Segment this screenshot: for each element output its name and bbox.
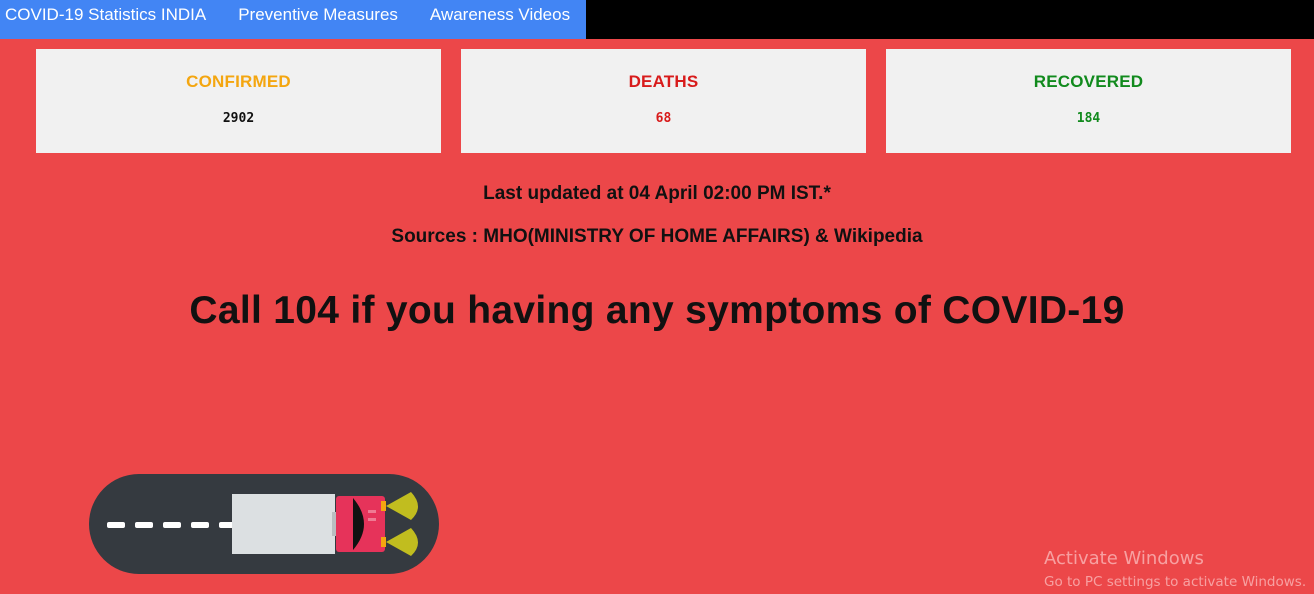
watermark-subtitle: Go to PC settings to activate Windows.	[1044, 574, 1307, 590]
confirmed-count: 2902	[222, 111, 255, 126]
nav-awareness-videos[interactable]: Awareness Videos	[430, 0, 570, 23]
ambulance-on-road-icon	[89, 474, 439, 574]
helpline-callout: Call 104 if you having any symptoms of C…	[189, 289, 1125, 332]
recovered-card: RECOVERED 184	[886, 49, 1291, 153]
confirmed-label: CONFIRMED	[186, 72, 291, 91]
ambulance-body	[232, 494, 335, 554]
main-nav: COVID-19 Statistics INDIA Preventive Mea…	[0, 0, 586, 39]
windows-activation-watermark: Activate Windows Go to PC settings to ac…	[1044, 548, 1306, 591]
recovered-count: 184	[1076, 111, 1101, 126]
sources-text: Sources : MHO(MINISTRY OF HOME AFFAIRS) …	[391, 226, 923, 247]
nav-preventive-measures[interactable]: Preventive Measures	[238, 0, 398, 23]
deaths-label: DEATHS	[628, 72, 699, 91]
nav-covid-statistics-india[interactable]: COVID-19 Statistics INDIA	[5, 0, 206, 23]
watermark-title: Activate Windows	[1044, 548, 1204, 569]
last-updated-text: Last updated at 04 April 02:00 PM IST.*	[483, 183, 831, 204]
deaths-card: DEATHS 68	[461, 49, 866, 153]
confirmed-card: CONFIRMED 2902	[36, 49, 441, 153]
recovered-label: RECOVERED	[1033, 72, 1144, 91]
deaths-count: 68	[655, 111, 672, 126]
